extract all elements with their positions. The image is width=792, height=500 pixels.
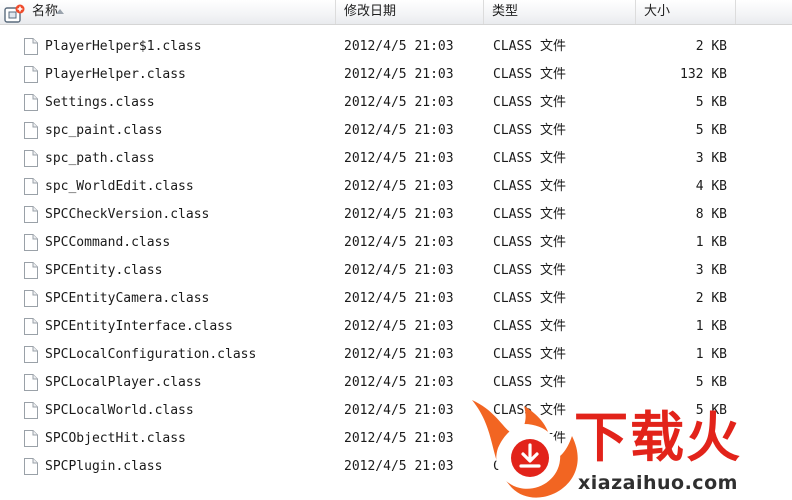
file-type: CLASS 文件 [493,39,566,54]
file-name: spc_WorldEdit.class [45,179,194,194]
file-type: CLASS 文件 [493,67,566,82]
column-header-date-label: 修改日期 [344,4,397,19]
column-header-name-label: 名称 [32,4,59,19]
column-header-type-label: 类型 [492,4,519,19]
file-row[interactable]: Settings.class 2012/4/5 21:03 CLASS 文件 5 KB [0,89,792,117]
file-icon [24,122,38,139]
file-date: 2012/4/5 21:03 [344,39,454,54]
file-icon [24,234,38,251]
file-size: 1 KB [695,319,727,334]
file-name: PlayerHelper.class [45,67,186,82]
file-date: 2012/4/5 21:03 [344,375,454,390]
file-date: 2012/4/5 21:03 [344,151,454,166]
file-size: 4 KB [695,179,727,194]
file-row[interactable]: SPCEntityInterface.class 2012/4/5 21:03 CL… [0,313,792,341]
file-icon [24,458,38,475]
file-size: 1 KB [695,235,727,250]
flame-logo-icon [472,400,578,498]
file-icon [24,38,38,55]
file-icon [24,318,38,335]
file-date: 2012/4/5 21:03 [344,403,454,418]
file-name: SPCLocalPlayer.class [45,375,202,390]
file-name: SPCEntityCamera.class [45,291,210,306]
file-date: 2012/4/5 21:03 [344,123,454,138]
file-icon [24,430,38,447]
file-size: 2 KB [695,291,727,306]
file-size: 2 KB [695,39,727,54]
column-header-date[interactable]: 修改日期 [336,0,484,24]
file-row[interactable]: SPCLocalConfiguration.class 2012/4/5 21:0… [0,341,792,369]
file-name: SPCPlugin.class [45,459,163,474]
file-type: CLASS 文件 [493,235,566,250]
file-row[interactable]: SPCCheckVersion.class 2012/4/5 21:03 CLASS… [0,201,792,229]
file-size: 3 KB [695,263,727,278]
file-date: 2012/4/5 21:03 [344,95,454,110]
column-header-name[interactable]: 名称 [0,0,336,24]
file-date: 2012/4/5 21:03 [344,207,454,222]
file-name: spc_path.class [45,151,155,166]
file-size: 1 KB [695,347,727,362]
file-date: 2012/4/5 21:03 [344,319,454,334]
file-row[interactable]: SPCEntityCamera.class 2012/4/5 21:03 CLASS… [0,285,792,313]
file-size: 3 KB [695,151,727,166]
app-icon[interactable] [4,4,26,24]
watermark-site: xiazaihuo.com [578,472,738,494]
file-row[interactable]: PlayerHelper$1.class 2012/4/5 21:03 CLASS … [0,33,792,61]
file-name: SPCLocalWorld.class [45,403,194,418]
file-date: 2012/4/5 21:03 [344,347,454,362]
file-date: 2012/4/5 21:03 [344,67,454,82]
file-row[interactable]: spc_path.class 2012/4/5 21:03 CLASS 文件 3 KB [0,145,792,173]
file-type: CLASS 文件 [493,151,566,166]
file-type: CLASS 文件 [493,95,566,110]
file-date: 2012/4/5 21:03 [344,179,454,194]
file-size: 5 KB [695,95,727,110]
file-date: 2012/4/5 21:03 [344,459,454,474]
file-name: spc_paint.class [45,123,163,138]
file-icon [24,346,38,363]
file-type: CLASS 文件 [493,123,566,138]
watermark-logo-text: 下载火 [574,406,742,469]
column-header-filler [736,0,792,24]
file-type: CLASS 文件 [493,207,566,222]
file-date: 2012/4/5 21:03 [344,291,454,306]
file-type: CLASS 文件 [493,263,566,278]
file-name: PlayerHelper$1.class [45,39,202,54]
file-size: 5 KB [695,123,727,138]
file-size: 8 KB [695,207,727,222]
sort-ascending-icon [56,9,64,14]
file-date: 2012/4/5 21:03 [344,431,454,446]
file-row[interactable]: spc_paint.class 2012/4/5 21:03 CLASS 文件 5 K… [0,117,792,145]
column-header-size[interactable]: 大小 [636,0,736,24]
file-name: SPCCommand.class [45,235,171,250]
file-date: 2012/4/5 21:03 [344,235,454,250]
file-type: CLASS 文件 [493,319,566,334]
file-row[interactable]: PlayerHelper.class 2012/4/5 21:03 CLASS 文件… [0,61,792,89]
file-name: SPCEntity.class [45,263,163,278]
file-icon [24,402,38,419]
file-icon [24,66,38,83]
file-type: CLASS 文件 [493,291,566,306]
file-row[interactable]: spc_WorldEdit.class 2012/4/5 21:03 CLASS 文… [0,173,792,201]
file-size: 132 KB [680,67,727,82]
file-icon [24,206,38,223]
file-name: SPCCheckVersion.class [45,207,210,222]
file-type: CLASS 文件 [493,347,566,362]
column-header-size-label: 大小 [644,4,671,19]
file-icon [24,178,38,195]
file-date: 2012/4/5 21:03 [344,263,454,278]
file-name: SPCLocalConfiguration.class [45,347,257,362]
file-type: CLASS 文件 [493,179,566,194]
file-icon [24,150,38,167]
column-header-bar: 名称 修改日期 类型 大小 [0,0,792,25]
file-row[interactable]: SPCCommand.class 2012/4/5 21:03 CLASS 文件 1 … [0,229,792,257]
file-name: Settings.class [45,95,155,110]
file-icon [24,290,38,307]
file-name: SPCEntityInterface.class [45,319,233,334]
file-icon [24,262,38,279]
file-icon [24,94,38,111]
column-header-type[interactable]: 类型 [484,0,636,24]
file-row[interactable]: SPCEntity.class 2012/4/5 21:03 CLASS 文件 3 K… [0,257,792,285]
file-icon [24,374,38,391]
file-name: SPCObjectHit.class [45,431,186,446]
